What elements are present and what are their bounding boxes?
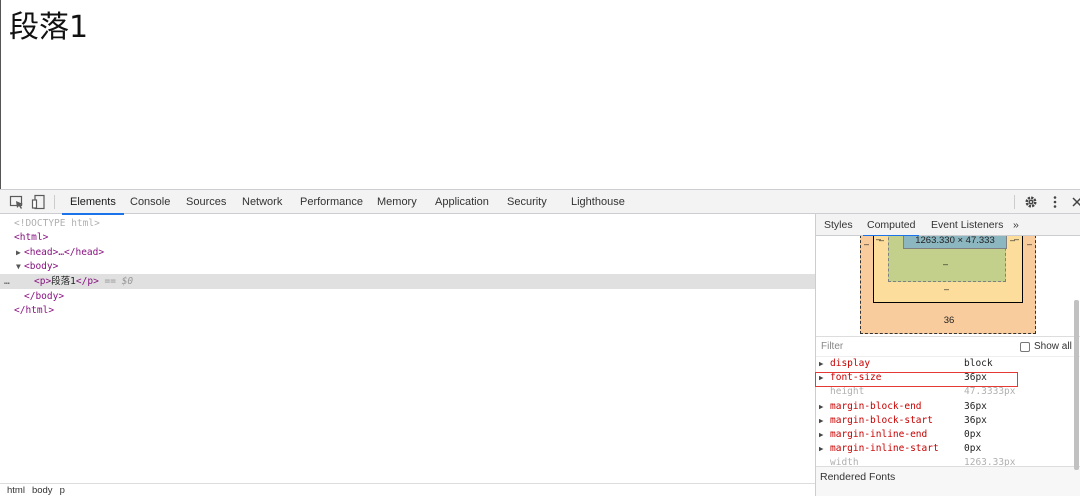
filter-input[interactable]: Filter bbox=[821, 341, 843, 352]
box-model-padding[interactable]: 1263.330 × 47.333 – – – bbox=[879, 236, 1015, 282]
devtools-panel: Elements Console Sources Network Perform… bbox=[0, 189, 1080, 496]
property-value: 36px bbox=[964, 414, 987, 426]
tree-line-body[interactable]: ▼ <body> bbox=[0, 259, 815, 274]
tree-line-head[interactable]: ▶ <head>…</head> bbox=[0, 245, 815, 260]
expand-triangle-icon[interactable]: ▶ bbox=[819, 442, 824, 456]
property-name: height bbox=[830, 386, 865, 398]
gear-icon[interactable] bbox=[1022, 193, 1040, 211]
property-row[interactable]: ▶ display block bbox=[816, 357, 1080, 371]
head-node: <head>…</head> bbox=[24, 247, 105, 258]
property-row[interactable]: ▶ margin-inline-start 0px bbox=[816, 442, 1080, 456]
property-row[interactable]: ▶ margin-block-end 36px bbox=[816, 400, 1080, 414]
breadcrumb: html body p bbox=[0, 483, 815, 496]
border-right-value: – bbox=[1014, 236, 1020, 244]
property-row[interactable]: ▶ margin-inline-end 0px bbox=[816, 428, 1080, 442]
tab-event-listeners[interactable]: Event Listeners bbox=[931, 214, 1003, 236]
property-row[interactable]: height 47.3333px bbox=[816, 385, 1080, 399]
tab-console[interactable]: Console bbox=[130, 190, 170, 214]
rendered-fonts-title: Rendered Fonts bbox=[820, 471, 896, 483]
padding-bottom-value: – bbox=[943, 259, 949, 269]
property-value: 0px bbox=[964, 428, 982, 440]
show-all-label[interactable]: Show all bbox=[1034, 341, 1072, 352]
devtools-toolbar: Elements Console Sources Network Perform… bbox=[0, 190, 1080, 215]
tree-line-html-close[interactable]: </html> bbox=[0, 303, 815, 318]
inspect-element-icon[interactable] bbox=[8, 193, 26, 211]
expand-triangle-icon[interactable]: ▶ bbox=[819, 400, 824, 414]
expand-triangle-icon[interactable]: ▶ bbox=[16, 245, 21, 260]
property-name: display bbox=[830, 358, 871, 369]
property-name: font-size bbox=[830, 372, 882, 384]
tab-elements[interactable]: Elements bbox=[62, 190, 124, 215]
property-row-highlighted[interactable]: ▶ font-size 36px bbox=[816, 371, 1080, 385]
more-tabs-chevron-icon[interactable]: » bbox=[1013, 214, 1019, 236]
tab-security[interactable]: Security bbox=[507, 190, 547, 214]
dom-tree: <!DOCTYPE html> <html> ▶ <head>…</head> … bbox=[0, 214, 815, 474]
device-toolbar-icon[interactable] bbox=[30, 193, 48, 211]
tree-line-doctype[interactable]: <!DOCTYPE html> bbox=[0, 216, 815, 231]
expand-triangle-icon[interactable]: ▶ bbox=[819, 371, 824, 385]
border-left-value: – bbox=[876, 236, 882, 244]
more-options-icon[interactable] bbox=[1046, 193, 1064, 211]
doctype-node: <!DOCTYPE html> bbox=[14, 218, 100, 229]
tab-computed[interactable]: Computed bbox=[862, 214, 920, 237]
box-model-diagram: 1263.330 × 47.333 – – – – – – – – 36 bbox=[816, 236, 1080, 336]
body-open-tag: <body> bbox=[24, 261, 59, 272]
sidebar-scrollbar[interactable] bbox=[1074, 300, 1079, 470]
tree-line-html[interactable]: <html> bbox=[0, 230, 815, 245]
property-name: margin-block-start bbox=[830, 414, 933, 426]
box-model-content[interactable]: 1263.330 × 47.333 bbox=[903, 236, 1007, 249]
property-value: block bbox=[964, 358, 993, 369]
html-open-tag: <html> bbox=[14, 232, 49, 243]
sidebar-pane: Styles Computed Event Listeners » 1263.3… bbox=[815, 214, 1080, 496]
expand-triangle-icon[interactable]: ▶ bbox=[819, 428, 824, 442]
property-value: 0px bbox=[964, 443, 982, 455]
tree-line-body-close[interactable]: </body> bbox=[0, 289, 815, 304]
tab-lighthouse[interactable]: Lighthouse bbox=[571, 190, 625, 214]
toolbar-separator-right bbox=[1014, 195, 1015, 209]
expand-triangle-icon[interactable]: ▶ bbox=[819, 357, 824, 371]
page-viewport: 段落1 bbox=[0, 0, 1080, 189]
selected-marker: == $0 bbox=[104, 276, 134, 287]
body-close-tag: </body> bbox=[24, 291, 65, 302]
paragraph: 段落1 bbox=[9, 10, 89, 45]
computed-properties-list: ▶ display block ▶ font-size 36px height … bbox=[816, 356, 1080, 471]
tab-sources[interactable]: Sources bbox=[186, 190, 226, 214]
tab-network[interactable]: Network bbox=[242, 190, 282, 214]
property-name: margin-block-end bbox=[830, 400, 922, 412]
tab-application[interactable]: Application bbox=[435, 190, 489, 214]
margin-left-value: – bbox=[864, 239, 870, 249]
property-row[interactable]: ▶ margin-block-start 36px bbox=[816, 414, 1080, 428]
filter-bar: Filter Show all bbox=[816, 336, 1080, 356]
p-close-tag: </p> bbox=[75, 276, 99, 287]
property-name: margin-inline-start bbox=[830, 443, 939, 455]
property-value: 47.3333px bbox=[964, 386, 1016, 398]
html-close-tag: </html> bbox=[14, 305, 55, 316]
property-value: 36px bbox=[964, 400, 987, 412]
sidebar-tabs: Styles Computed Event Listeners » bbox=[816, 214, 1080, 237]
expand-triangle-icon[interactable]: ▶ bbox=[819, 414, 824, 428]
collapse-triangle-icon[interactable]: ▼ bbox=[16, 259, 21, 274]
p-node: <p>段落1</p> == $0 bbox=[34, 274, 133, 289]
property-name: margin-inline-end bbox=[830, 428, 928, 440]
tree-line-p-selected[interactable]: … <p>段落1</p> == $0 bbox=[0, 274, 815, 289]
margin-bottom-value: 36 bbox=[943, 315, 955, 326]
tab-performance[interactable]: Performance bbox=[300, 190, 363, 214]
box-model-border[interactable]: 1263.330 × 47.333 – – – – – – bbox=[873, 236, 1023, 303]
breadcrumb-html[interactable]: html bbox=[7, 484, 25, 496]
property-value: 36px bbox=[964, 372, 987, 384]
tab-memory[interactable]: Memory bbox=[377, 190, 417, 214]
rendered-fonts-section[interactable]: Rendered Fonts bbox=[816, 466, 1080, 496]
margin-right-value: – bbox=[1027, 239, 1033, 249]
breadcrumb-body[interactable]: body bbox=[32, 484, 53, 496]
p-text: 段落1 bbox=[51, 276, 76, 287]
border-bottom-value: – bbox=[944, 284, 950, 294]
breadcrumb-p[interactable]: p bbox=[60, 484, 65, 496]
show-all-checkbox[interactable] bbox=[1020, 342, 1030, 352]
tab-styles[interactable]: Styles bbox=[824, 214, 853, 236]
node-actions-dots[interactable]: … bbox=[4, 274, 10, 289]
p-open-tag: <p> bbox=[34, 276, 52, 287]
close-icon[interactable] bbox=[1068, 193, 1080, 211]
toolbar-separator bbox=[54, 195, 55, 209]
box-model-margin[interactable]: 1263.330 × 47.333 – – – – – – – – 36 bbox=[860, 236, 1036, 334]
